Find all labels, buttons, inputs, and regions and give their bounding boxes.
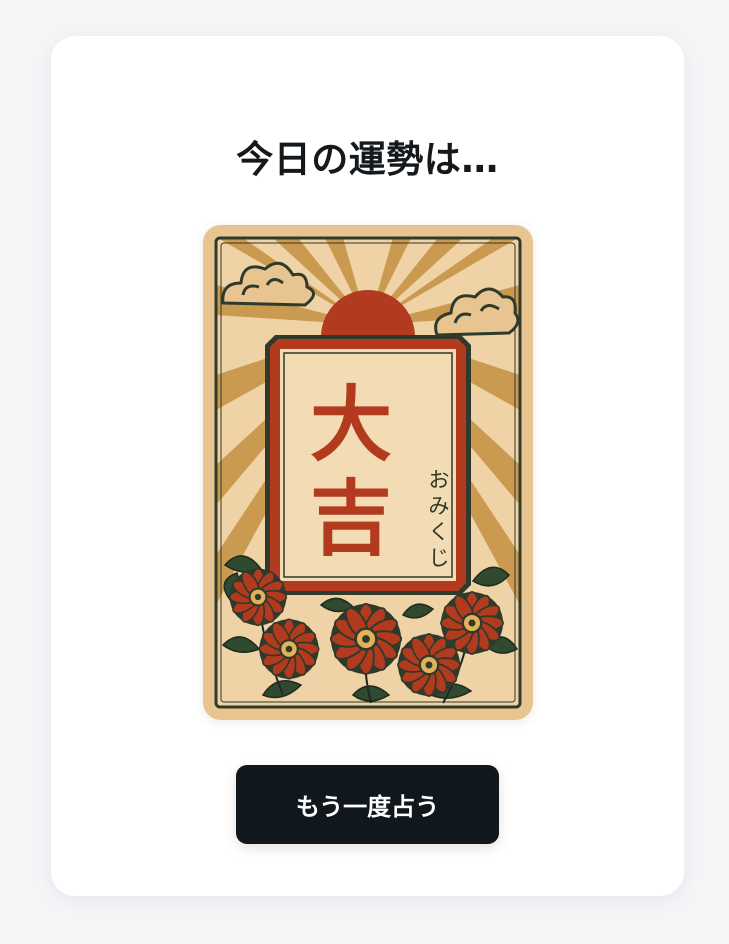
subtitle-char: じ [429, 546, 450, 570]
retry-button[interactable]: もう一度占う [236, 765, 499, 844]
omikuji-card-illustration: 大 吉 お み く じ [203, 225, 533, 720]
result-panel: 今日の運勢は… 大 吉 お み く じ もう一度占う [51, 36, 684, 896]
chrysanthemum-icon [228, 567, 288, 627]
chrysanthemum-icon [258, 618, 320, 680]
subtitle-char: お [429, 468, 450, 492]
result-heading: 今日の運勢は… [236, 138, 499, 181]
chrysanthemum-icon [329, 602, 403, 676]
fortune-char: 大 [310, 377, 392, 473]
subtitle-char: み [429, 494, 450, 518]
subtitle-char: く [429, 520, 450, 544]
chrysanthemum-icon [439, 590, 505, 656]
omikuji-card: 大 吉 お み く じ [203, 225, 533, 720]
fortune-char: 吉 [310, 471, 392, 567]
